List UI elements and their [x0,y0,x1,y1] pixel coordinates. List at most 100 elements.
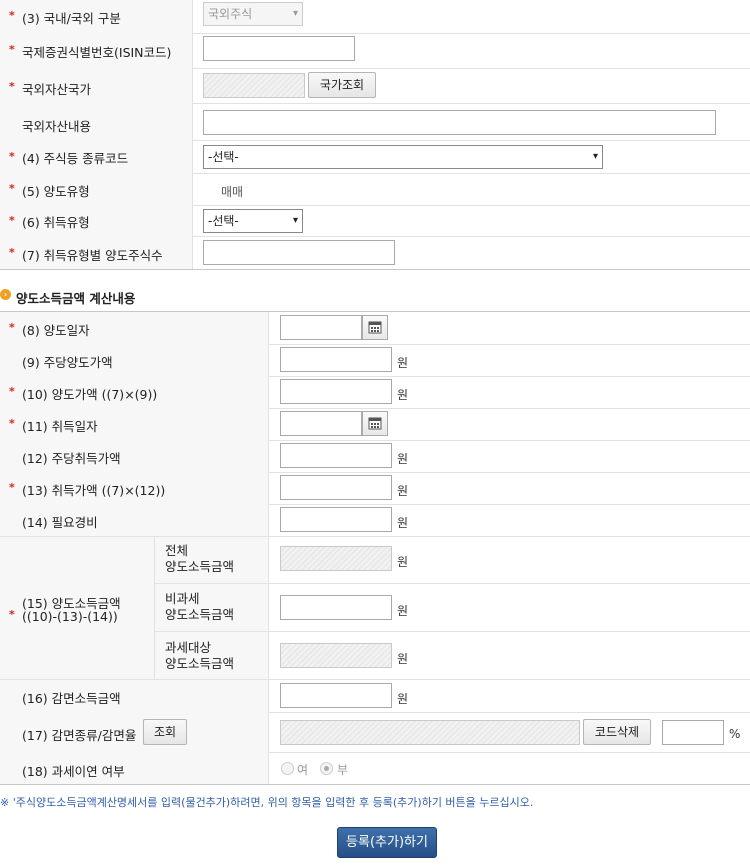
domestic-foreign-select-value: 국외주식 [208,7,253,21]
total-gain-label-1: 전체 [165,543,189,558]
row-stock-type: * (4) 주식등 종류코드 -선택- ▾ [0,140,750,174]
acquire-date-label: (11) 취득일자 [22,419,98,434]
row-transfer-price-per-share: (9) 주당양도가액 원 [0,344,750,377]
chevron-right-icon: › [0,289,11,300]
domestic-foreign-label: (3) 국내/국외 구분 [22,11,121,26]
row-domestic-foreign: * (3) 국내/국외 구분 국외주식 ▾ [0,0,750,34]
transfer-price-per-share-input[interactable] [280,347,392,372]
required-mark: * [9,80,15,93]
row-share-count: * (7) 취득유형별 양도주식수 [0,236,750,270]
required-mark: * [9,321,15,334]
required-mark: * [9,246,15,259]
acquire-amount-input[interactable] [280,475,392,500]
won-unit: 원 [397,516,409,530]
isin-input[interactable] [203,36,355,61]
divider [269,583,750,584]
radio-yes[interactable] [281,762,294,775]
chevron-down-icon: ▾ [292,8,298,19]
row-label-cell: * (7) 취득유형별 양도주식수 [0,236,193,269]
country-label: 국외자산국가 [22,82,92,97]
country-lookup-button[interactable]: 국가조회 [308,72,376,98]
required-mark: * [9,9,15,22]
delete-code-button[interactable]: 코드삭제 [583,719,651,745]
acquire-type-label: (6) 취득유형 [22,215,90,230]
won-unit: 원 [397,356,409,370]
required-mark: * [9,385,15,398]
row-label-cell: * (10) 양도가액 ((7)×(9)) [0,376,269,408]
expenses-input[interactable] [280,507,392,532]
reduction-type-label: (17) 감면종류/감면율 [22,728,137,743]
row-acquire-price-per-share: (12) 주당취득가액 원 [0,440,750,473]
radio-yes-label: 여 [297,763,309,777]
calendar-icon[interactable] [362,315,388,340]
row-label-cell: (17) 감면종류/감면율 조회 [0,712,269,752]
row-label-cell: * (3) 국내/국외 구분 [0,0,193,33]
row-expenses: (14) 필요경비 원 [0,504,750,537]
content-input[interactable] [203,110,716,135]
row-label-cell: * (11) 취득일자 [0,408,269,440]
sub-label-cell: 비과세 양도소득금액 [155,584,269,632]
row-label-cell: * (15) 양도소득금액 ((10)-(13)-(14)) [0,537,155,679]
reduction-amount-input[interactable] [280,683,392,708]
reduction-lookup-button[interactable]: 조회 [143,719,187,745]
tax-deferral-label: (18) 과세이연 여부 [22,764,125,779]
row-reduction-amount: (16) 감면소득금액 원 [0,680,750,713]
won-unit: 원 [397,388,409,402]
stock-type-label: (4) 주식등 종류코드 [22,151,129,166]
nontaxable-gain-input[interactable] [280,595,392,620]
row-label-cell: * (6) 취득유형 [0,205,193,236]
radio-dot [324,766,329,771]
radio-no[interactable] [320,762,333,775]
register-button[interactable]: 등록(추가)하기 [337,827,437,858]
row-label-cell: * (8) 양도일자 [0,312,269,344]
expenses-label: (14) 필요경비 [22,515,98,530]
row-label-cell: * (5) 양도유형 [0,173,193,205]
won-unit: 원 [397,452,409,466]
isin-label: 국제증권식별번호(ISIN코드) [22,45,172,60]
transfer-amount-input[interactable] [280,379,392,404]
total-gain-input [280,546,392,571]
won-unit: 원 [397,484,409,498]
acquire-amount-label: (13) 취득가액 ((7)×(12)) [22,483,166,498]
row-label-cell: 국외자산내용 [0,103,193,140]
share-count-input[interactable] [203,240,395,265]
required-mark: * [9,608,15,621]
won-unit: 원 [397,692,409,706]
radio-no-label: 부 [337,763,349,777]
required-mark: * [9,481,15,494]
calendar-icon[interactable] [362,411,388,436]
won-unit: 원 [397,555,409,569]
row-transfer-amount: * (10) 양도가액 ((7)×(9)) 원 [0,376,750,409]
notice-text: ※ '주식양도소득금액계산명세서를 입력(물건추가)하려면, 위의 항목을 입력… [0,796,534,809]
transfer-date-input[interactable] [280,315,362,340]
acquire-date-input[interactable] [280,411,362,436]
row-acquire-type: * (6) 취득유형 -선택- ▾ [0,205,750,237]
taxable-gain-label-1: 과세대상 [165,640,212,655]
row-label-cell: (9) 주당양도가액 [0,344,269,376]
row-tax-deferral: (18) 과세이연 여부 여 부 [0,752,750,785]
row-label-cell: (16) 감면소득금액 [0,680,269,712]
country-input [203,73,305,98]
content-label: 국외자산내용 [22,119,92,134]
transfer-type-value: 매매 [221,185,244,199]
row-transfer-type: * (5) 양도유형 매매 [0,173,750,206]
nontaxable-gain-label-1: 비과세 [165,591,200,606]
percent-unit: % [729,727,741,741]
chevron-down-icon: ▾ [292,215,298,226]
acquire-price-per-share-input[interactable] [280,443,392,468]
sub-label-cell: 과세대상 양도소득금액 [155,632,269,679]
stock-type-select[interactable]: -선택- ▾ [203,145,603,169]
reduction-amount-label: (16) 감면소득금액 [22,691,121,706]
row-isin: * 국제증권식별번호(ISIN코드) [0,33,750,69]
chevron-down-icon: ▾ [592,151,598,162]
domestic-foreign-select[interactable]: 국외주식 ▾ [203,2,303,26]
total-gain-label-2: 양도소득금액 [165,559,235,574]
reduction-rate-input[interactable] [662,720,724,745]
stock-type-select-value: -선택- [208,150,239,164]
row-label-cell: * 국제증권식별번호(ISIN코드) [0,33,193,68]
transfer-type-label: (5) 양도유형 [22,184,90,199]
acquire-type-select[interactable]: -선택- ▾ [203,209,303,233]
transfer-price-per-share-label: (9) 주당양도가액 [22,355,113,370]
taxable-gain-input [280,643,392,668]
row-reduction-type: (17) 감면종류/감면율 조회 코드삭제 % [0,712,750,753]
